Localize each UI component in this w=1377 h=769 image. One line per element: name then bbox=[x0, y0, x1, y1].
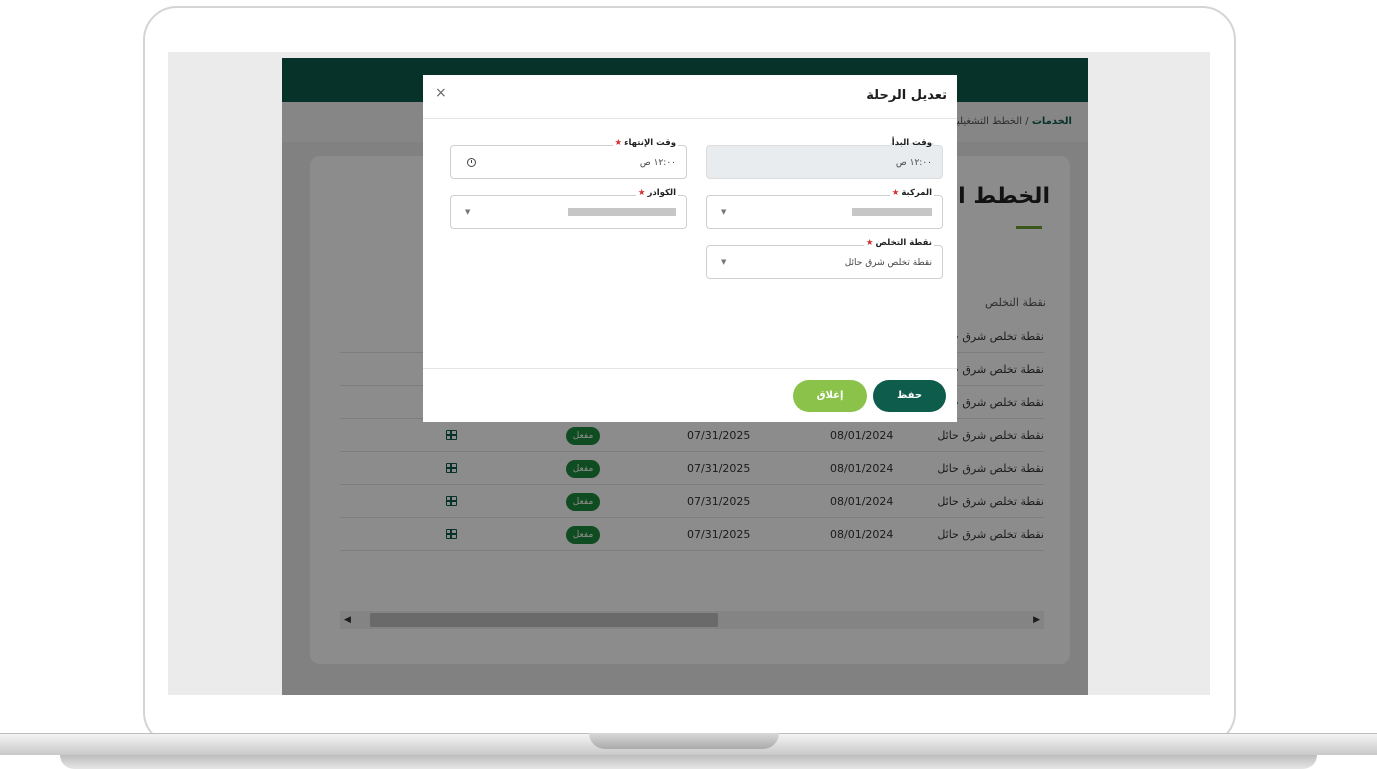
modal-title: تعديل الرحلة bbox=[866, 88, 947, 103]
vehicle-select[interactable]: المركبة★ ▼ bbox=[706, 188, 943, 229]
close-button[interactable]: إغلاق bbox=[793, 380, 867, 412]
start-time-field: وقت البدأ ١٢:٠٠ ص bbox=[706, 138, 943, 179]
staff-value-redacted bbox=[568, 208, 676, 216]
disposal-point-label: نقطة التخلص★ bbox=[863, 238, 934, 248]
end-time-field[interactable]: وقت الإنتهاء★ ١٢:٠٠ ص bbox=[450, 138, 687, 179]
chevron-down-icon[interactable]: ▼ bbox=[465, 208, 470, 216]
required-mark: ★ bbox=[865, 238, 874, 248]
disposal-point-value: نقطة تخلص شرق حائل bbox=[844, 258, 932, 268]
chevron-down-icon[interactable]: ▼ bbox=[721, 258, 726, 266]
clock-icon[interactable] bbox=[467, 158, 476, 167]
vehicle-value-redacted bbox=[852, 208, 932, 216]
modal-header-divider bbox=[423, 118, 957, 119]
required-mark: ★ bbox=[891, 188, 900, 198]
laptop-notch bbox=[589, 733, 779, 749]
required-mark: ★ bbox=[614, 138, 623, 148]
staff-label: الكوادر★ bbox=[635, 188, 678, 198]
laptop-screen: الخدمات / الخطط التشغيلية الخطط التشغيلي… bbox=[168, 52, 1210, 695]
vehicle-label: المركبة★ bbox=[889, 188, 934, 198]
save-button[interactable]: حفظ bbox=[873, 380, 946, 412]
required-mark: ★ bbox=[637, 188, 646, 198]
close-icon[interactable]: × bbox=[435, 85, 447, 101]
staff-select[interactable]: الكوادر★ ▼ bbox=[450, 188, 687, 229]
laptop-base-bottom bbox=[60, 755, 1317, 769]
start-time-value: ١٢:٠٠ ص bbox=[895, 158, 932, 168]
edit-trip-modal: تعديل الرحلة × وقت البدأ ١٢:٠٠ ص وقت الإ… bbox=[423, 75, 957, 422]
modal-footer-divider bbox=[423, 368, 957, 369]
start-time-label: وقت البدأ bbox=[889, 138, 934, 148]
chevron-down-icon[interactable]: ▼ bbox=[721, 208, 726, 216]
end-time-value: ١٢:٠٠ ص bbox=[639, 158, 676, 168]
end-time-label: وقت الإنتهاء★ bbox=[612, 138, 678, 148]
disposal-point-select[interactable]: نقطة التخلص★ نقطة تخلص شرق حائل ▼ bbox=[706, 238, 943, 279]
